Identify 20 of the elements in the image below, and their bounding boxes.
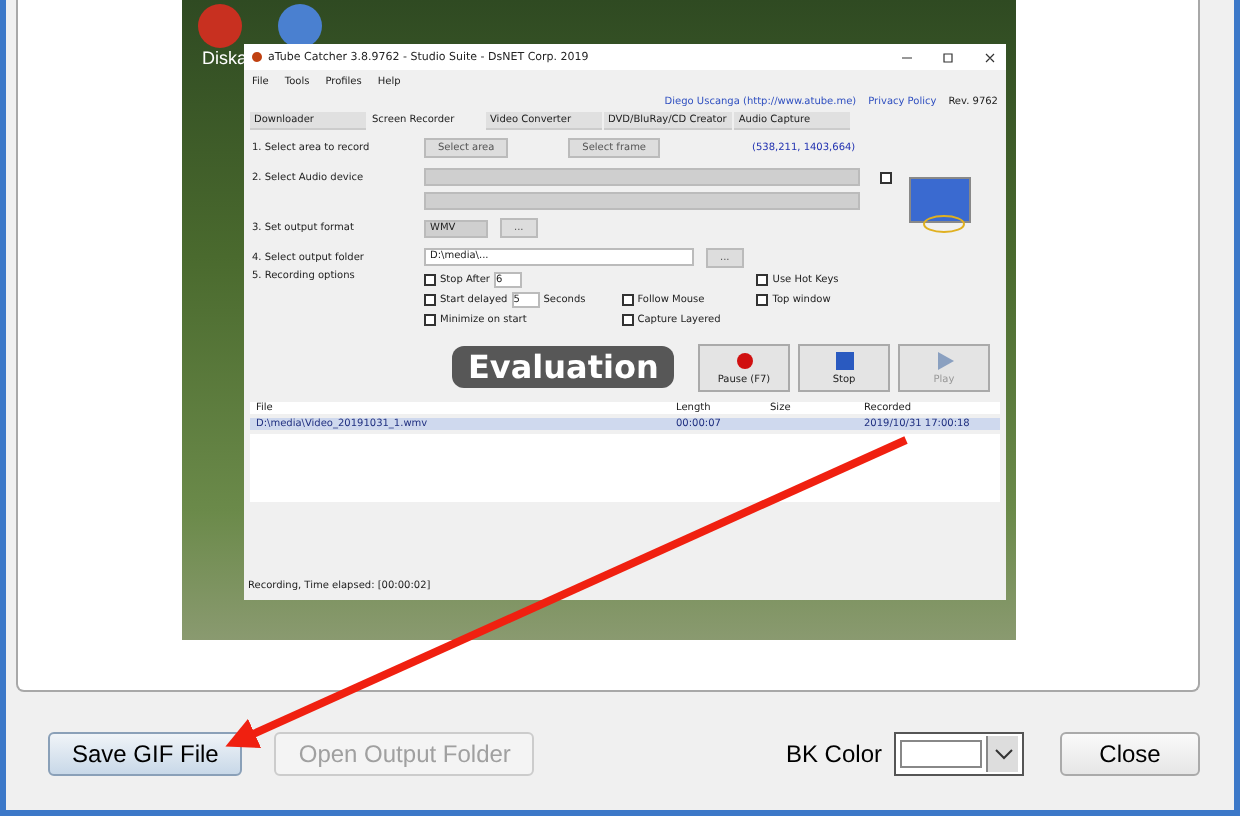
watermark-text: Evaluation <box>452 346 675 388</box>
monitor-icon <box>908 176 972 236</box>
close-button[interactable]: Close <box>1060 732 1200 776</box>
checkbox[interactable] <box>621 314 634 326</box>
stop-icon <box>835 351 853 369</box>
play-icon <box>935 351 953 369</box>
app-icon <box>252 52 262 62</box>
checkbox[interactable] <box>424 274 436 286</box>
save-button[interactable]: Save GIF File <box>48 732 243 776</box>
record-icon <box>735 351 753 369</box>
chevron-icon <box>993 748 1013 760</box>
checkbox[interactable] <box>621 294 634 306</box>
window-controls-icon <box>898 51 998 63</box>
checkbox[interactable] <box>424 294 436 306</box>
checkbox[interactable] <box>756 274 769 286</box>
color-dropdown[interactable] <box>894 732 1024 776</box>
bk-color-label: BK Color <box>785 740 882 768</box>
checkbox[interactable] <box>880 171 892 183</box>
checkbox[interactable] <box>424 314 436 326</box>
checkbox[interactable] <box>756 294 769 306</box>
